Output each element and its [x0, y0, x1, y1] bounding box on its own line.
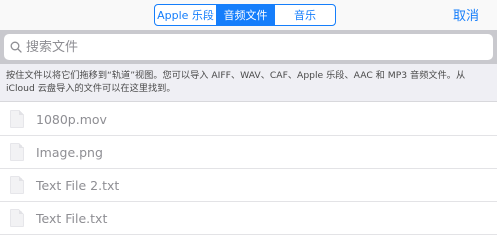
file-row[interactable]: Text File.txt — [0, 202, 497, 235]
tab-apple-loops[interactable]: Apple 乐段 — [155, 5, 217, 25]
file-row[interactable]: 1080p.mov — [0, 103, 497, 136]
file-list: 1080p.mov Image.png Text File 2.txt Text… — [0, 103, 497, 235]
file-name: 1080p.mov — [36, 111, 107, 127]
file-row[interactable]: Text File 2.txt — [0, 169, 497, 202]
search-field[interactable] — [4, 34, 493, 60]
search-input[interactable] — [26, 39, 466, 55]
tab-music[interactable]: 音乐 — [275, 5, 335, 25]
file-icon — [10, 110, 24, 128]
file-icon — [10, 176, 24, 194]
source-segmented-control: Apple 乐段 音频文件 音乐 — [154, 4, 336, 26]
cancel-button[interactable]: 取消 — [453, 5, 479, 24]
file-name: Text File.txt — [36, 210, 108, 226]
search-bar — [0, 30, 497, 64]
file-icon — [10, 143, 24, 161]
file-name: Image.png — [36, 144, 103, 160]
top-bar: Apple 乐段 音频文件 音乐 取消 — [0, 0, 497, 30]
search-icon — [10, 41, 22, 53]
import-hint-text: 按住文件以将它们拖移到“轨道”视图。您可以导入 AIFF、WAV、CAF、App… — [0, 64, 497, 102]
tab-audio-files[interactable]: 音频文件 — [217, 5, 275, 25]
file-row[interactable]: Image.png — [0, 136, 497, 169]
file-name: Text File 2.txt — [36, 177, 120, 193]
file-icon — [10, 209, 24, 227]
